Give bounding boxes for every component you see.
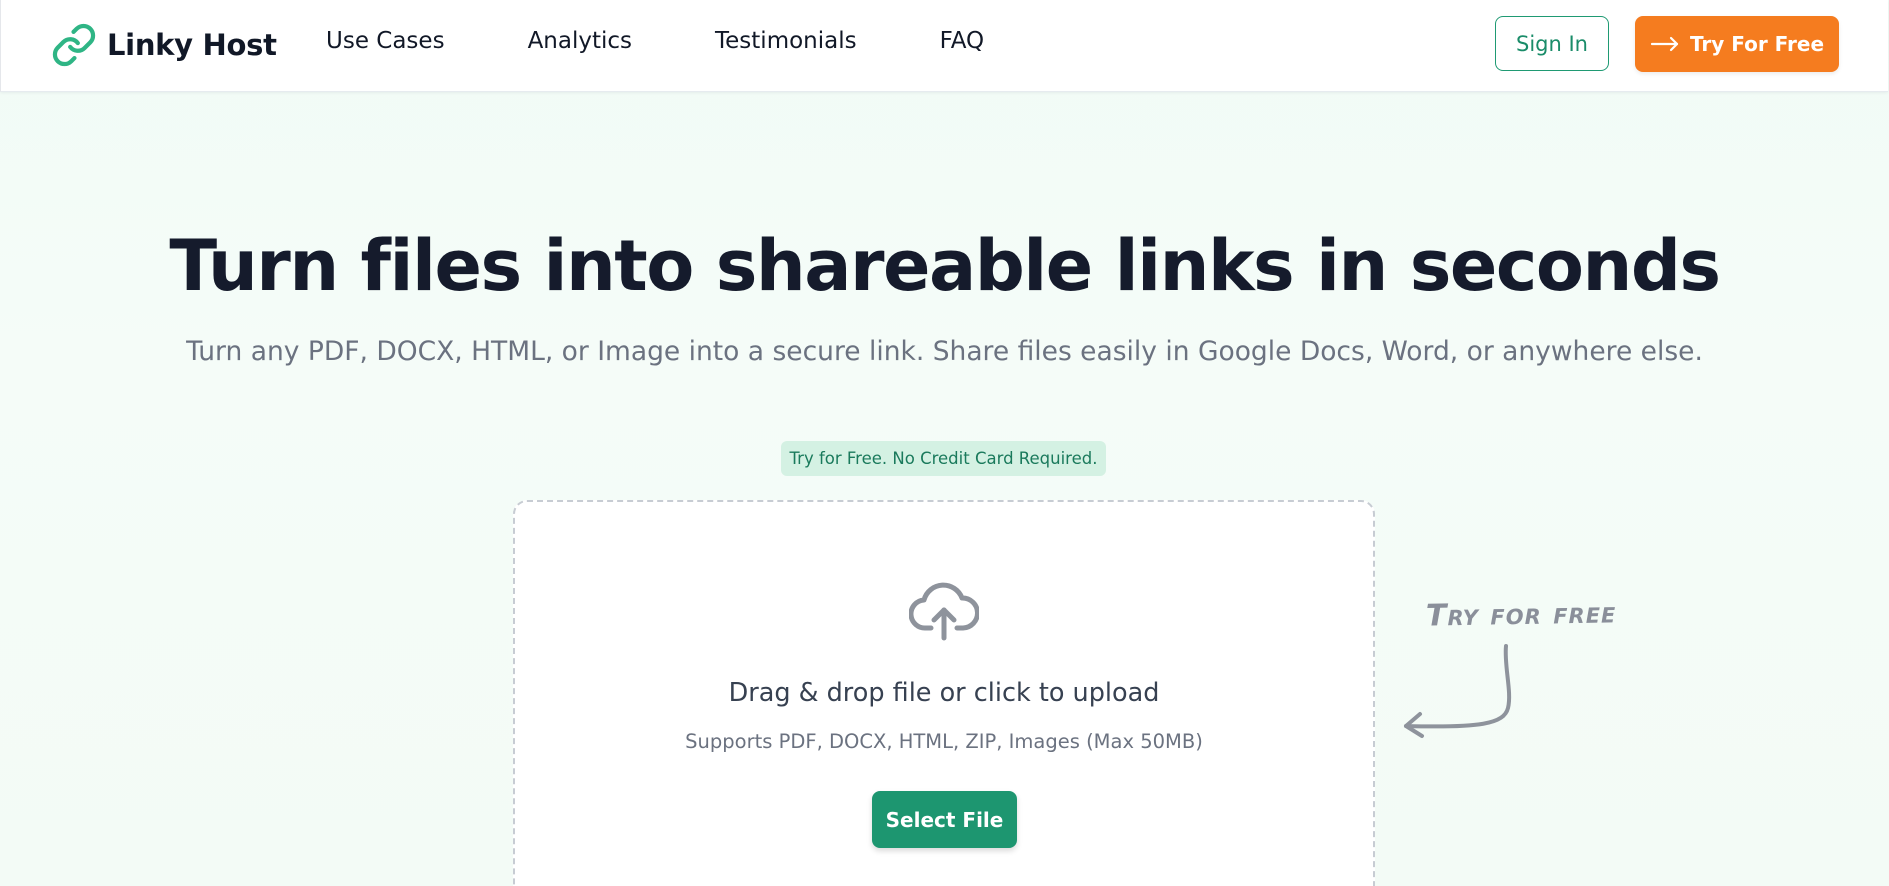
arrow-right-icon [1650, 36, 1679, 52]
hero-title: Turn files into shareable links in secon… [169, 225, 1721, 307]
sign-in-label: Sign In [1516, 31, 1588, 56]
file-dropzone[interactable]: Drag & drop file or click to upload Supp… [513, 500, 1375, 886]
top-navigation-bar: Linky Host Use Cases Analytics Testimoni… [0, 0, 1888, 92]
nav-analytics[interactable]: Analytics [528, 28, 632, 54]
sign-in-button[interactable]: Sign In [1495, 16, 1609, 71]
main-nav: Use Cases Analytics Testimonials FAQ [326, 28, 1067, 54]
try-for-free-label: Try For Free [1689, 32, 1825, 56]
chain-link-icon [52, 23, 96, 67]
select-file-button[interactable]: Select File [872, 791, 1017, 848]
brand-name: Linky Host [107, 28, 277, 62]
nav-use-cases[interactable]: Use Cases [326, 28, 445, 54]
nav-faq[interactable]: FAQ [940, 28, 985, 54]
try-for-free-button[interactable]: Try For Free [1635, 16, 1839, 72]
dropzone-hint: Supports PDF, DOCX, HTML, ZIP, Images (M… [685, 730, 1203, 753]
hero-subtitle: Turn any PDF, DOCX, HTML, or Image into … [186, 336, 1703, 367]
nav-testimonials[interactable]: Testimonials [715, 28, 857, 54]
curved-arrow-icon [1404, 644, 1512, 738]
landing-page: Linky Host Use Cases Analytics Testimoni… [0, 0, 1889, 886]
try-for-free-annotation: Try for free [1425, 595, 1617, 634]
brand-logo[interactable]: Linky Host [51, 20, 277, 70]
dropzone-title: Drag & drop file or click to upload [728, 678, 1160, 708]
cloud-upload-icon [909, 582, 979, 641]
select-file-label: Select File [885, 807, 1004, 832]
free-trial-badge: Try for Free. No Credit Card Required. [781, 441, 1106, 476]
